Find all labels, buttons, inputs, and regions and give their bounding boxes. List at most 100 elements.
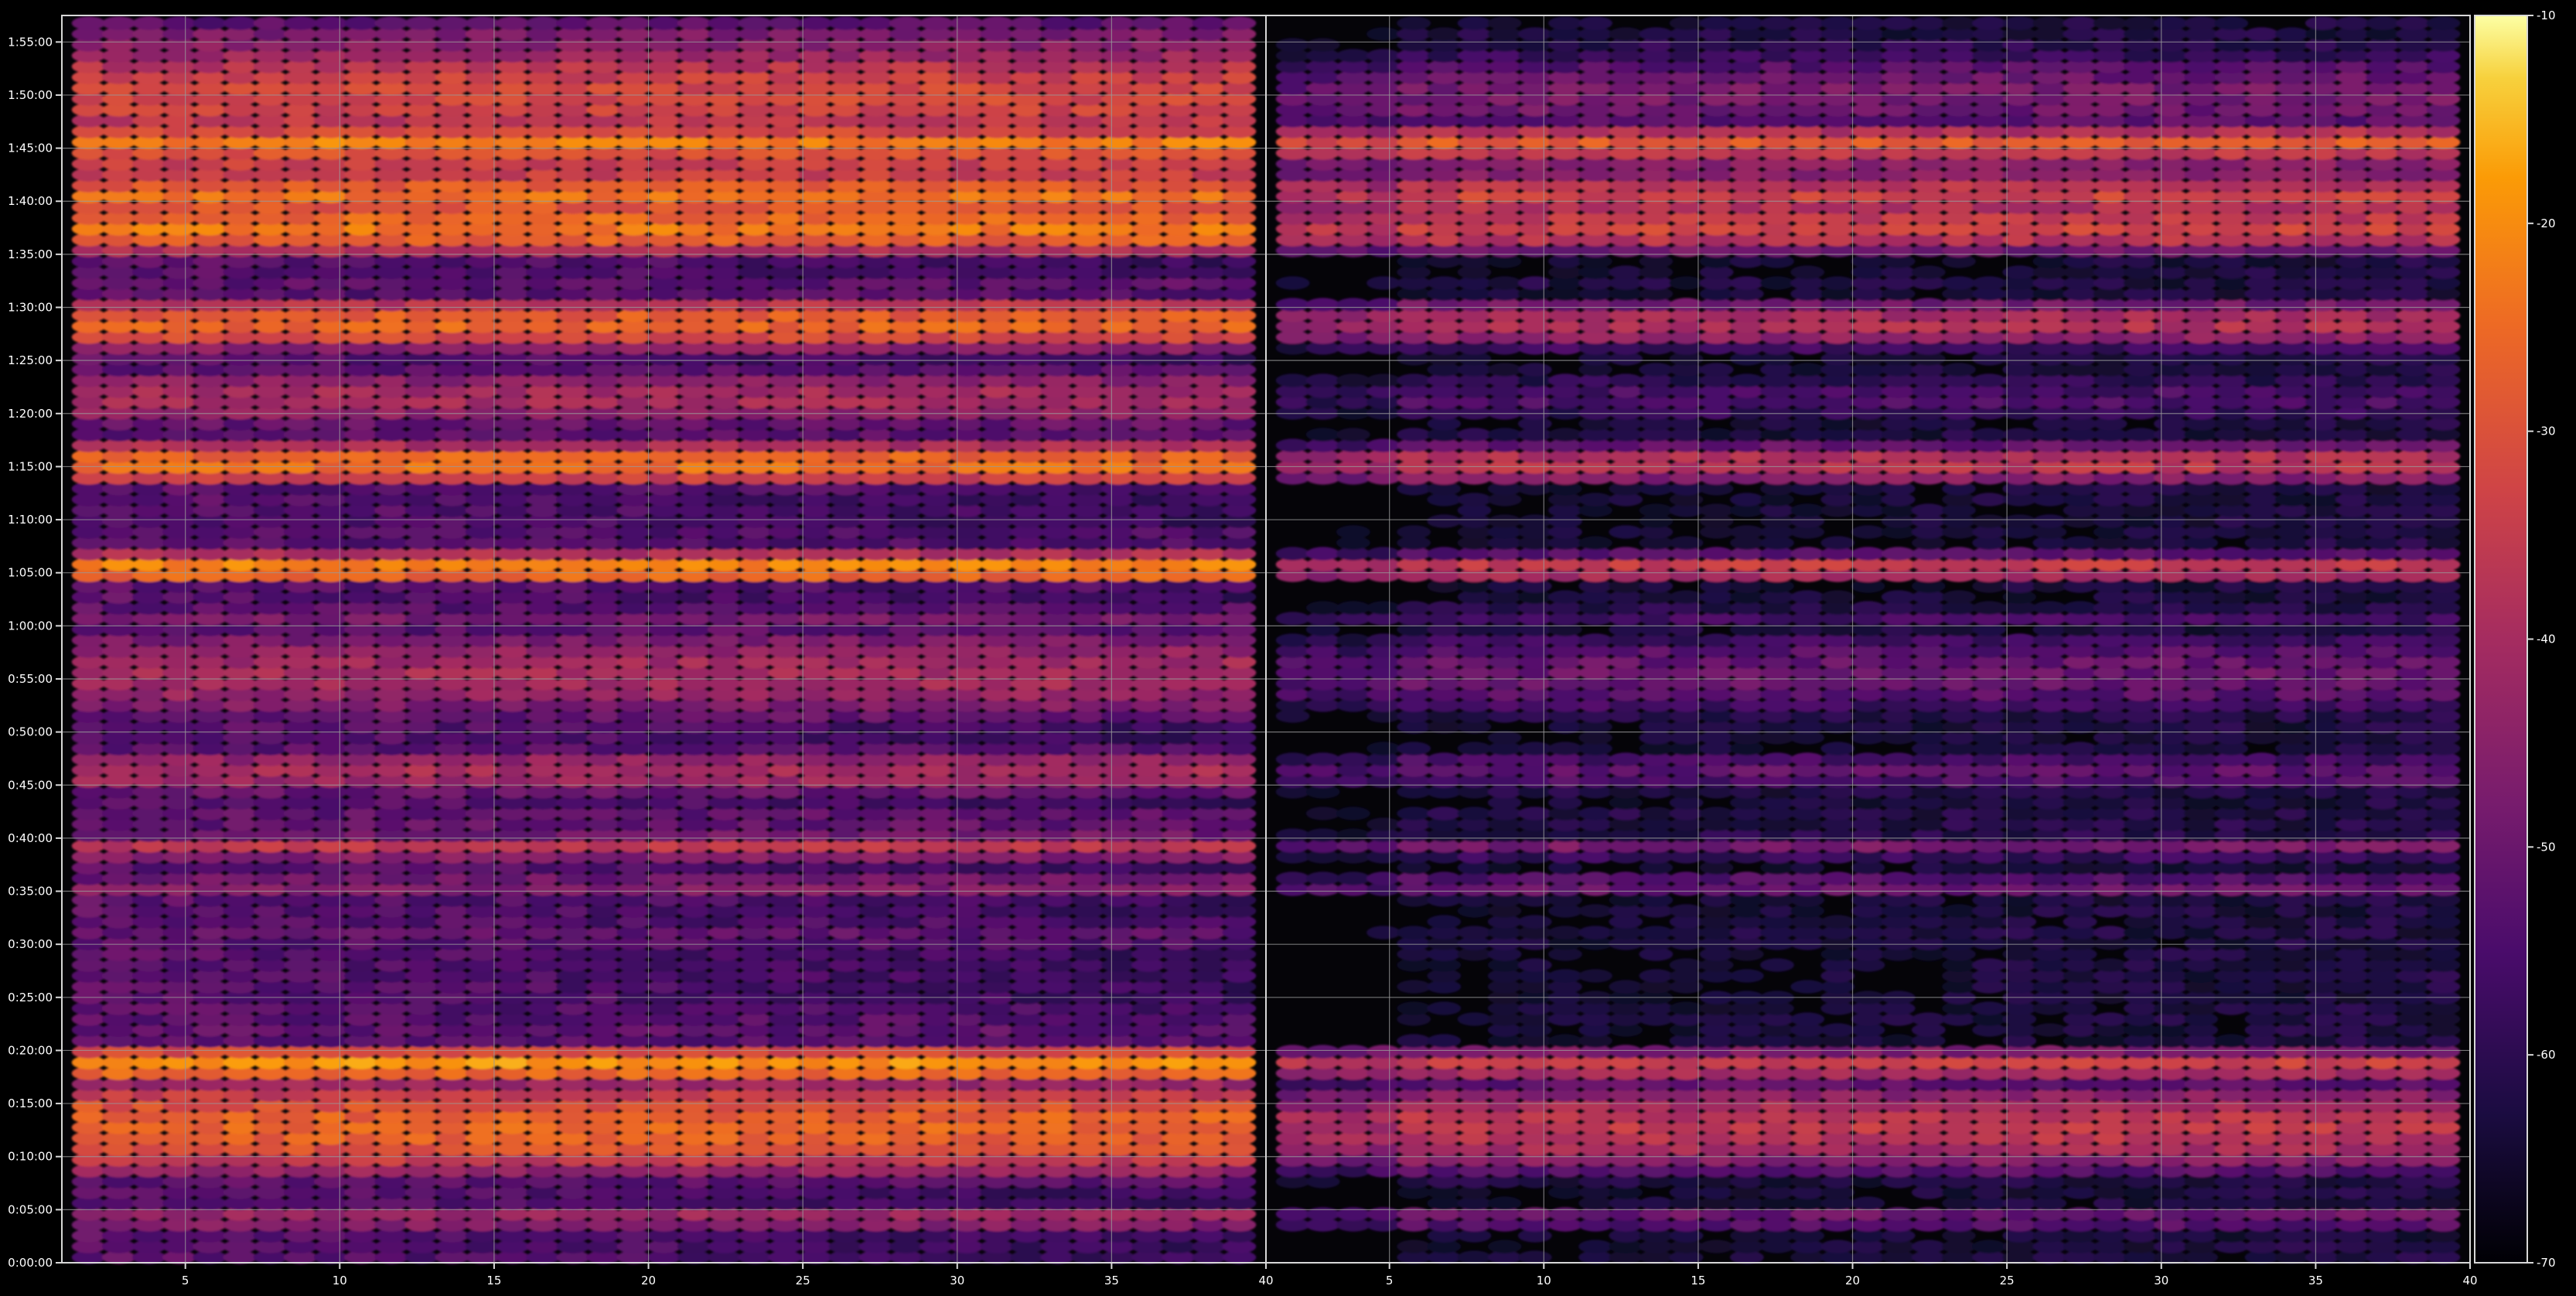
heatmap-cell bbox=[1366, 27, 1401, 41]
heatmap-cell bbox=[1397, 16, 1431, 30]
heatmap-cell bbox=[889, 16, 923, 30]
heatmap-cell bbox=[1366, 1045, 1401, 1059]
heatmap-cell bbox=[132, 16, 166, 30]
heatmap-cell bbox=[950, 16, 984, 30]
heatmap-cell bbox=[1336, 752, 1370, 766]
heatmap-cell bbox=[920, 16, 954, 30]
heatmap-cell bbox=[1366, 633, 1401, 647]
heatmap-cell bbox=[1397, 1240, 1431, 1253]
heatmap-cell bbox=[1305, 373, 1340, 387]
heatmap-cell bbox=[1305, 807, 1340, 820]
heatmap-cell bbox=[1366, 817, 1401, 831]
heatmap-cell bbox=[1040, 16, 1075, 30]
heatmap-cell bbox=[1275, 38, 1310, 52]
heatmap-cell bbox=[495, 16, 530, 30]
heatmap-cell bbox=[1457, 1012, 1492, 1026]
heatmap-cell bbox=[1336, 298, 1370, 312]
heatmap-cell bbox=[1162, 16, 1196, 30]
heatmap-cell bbox=[1336, 807, 1370, 820]
heatmap-cell bbox=[1427, 601, 1462, 615]
heatmap-cell bbox=[1366, 926, 1401, 940]
heatmap-cell bbox=[586, 16, 621, 30]
heatmap-cell bbox=[1457, 926, 1492, 940]
heatmap-cell bbox=[798, 16, 833, 30]
heatmap-cell bbox=[1305, 38, 1340, 52]
heatmap-cell bbox=[1366, 298, 1401, 312]
heatmap-cell bbox=[101, 16, 136, 30]
heatmap-cell bbox=[1305, 428, 1340, 442]
heatmap-cell bbox=[1366, 742, 1401, 755]
heatmap-cell bbox=[858, 16, 893, 30]
heatmap-cell bbox=[1305, 298, 1340, 312]
heatmap-cell bbox=[1366, 547, 1401, 561]
heatmap-cell bbox=[1305, 871, 1340, 885]
heatmap-cell bbox=[707, 16, 742, 30]
heatmap-cell bbox=[556, 16, 590, 30]
heatmap-cell bbox=[1275, 752, 1310, 766]
heatmap-cell bbox=[1427, 807, 1462, 820]
heatmap-cell bbox=[344, 16, 378, 30]
heatmap-cell bbox=[1305, 752, 1340, 766]
heatmap-cell bbox=[738, 16, 772, 30]
heatmap-cell bbox=[1427, 915, 1462, 929]
heatmap-cell bbox=[193, 16, 227, 30]
heatmap-cell bbox=[1275, 633, 1310, 647]
heatmap-cell bbox=[1397, 980, 1431, 994]
heatmap-cell bbox=[313, 16, 348, 30]
heatmap-cell bbox=[1131, 16, 1165, 30]
heatmap-cell bbox=[374, 16, 408, 30]
heatmap-cell bbox=[1100, 16, 1135, 30]
heatmap-cell bbox=[162, 16, 196, 30]
heatmap-cell bbox=[1397, 1034, 1431, 1048]
heatmap-cell bbox=[1305, 828, 1340, 842]
heatmap-cell bbox=[647, 16, 681, 30]
heatmap-cell bbox=[1275, 1045, 1310, 1059]
heatmap-cell bbox=[1366, 49, 1401, 63]
heatmap-cell bbox=[1275, 276, 1310, 290]
heatmap-cell bbox=[1366, 276, 1401, 290]
heatmap-cell bbox=[768, 16, 802, 30]
heatmap-cell bbox=[526, 16, 560, 30]
heatmap-cell bbox=[1397, 807, 1431, 820]
heatmap-cell bbox=[1397, 601, 1431, 615]
heatmap-cell bbox=[1397, 742, 1431, 755]
heatmap-cell bbox=[1305, 1045, 1340, 1059]
heatmap-cell bbox=[1427, 1001, 1462, 1015]
heatmap-cell bbox=[1275, 828, 1310, 842]
heatmap-cell bbox=[1010, 16, 1045, 30]
heatmap-cell bbox=[1427, 1034, 1462, 1048]
heatmap-cell bbox=[253, 16, 288, 30]
heatmap-cell bbox=[1336, 373, 1370, 387]
heatmap-cell bbox=[404, 16, 439, 30]
heatmap-cell bbox=[616, 16, 651, 30]
heatmap-cell bbox=[828, 16, 863, 30]
heatmap-cell bbox=[1305, 601, 1340, 615]
heatmap-cell bbox=[1336, 525, 1370, 539]
heatmap-cell bbox=[1427, 276, 1462, 290]
heatmap-cell bbox=[1427, 547, 1462, 561]
heatmap-cell bbox=[1427, 27, 1462, 41]
heatmap-cell bbox=[677, 16, 711, 30]
heatmap-cell bbox=[1275, 298, 1310, 312]
heatmap-cell bbox=[1366, 871, 1401, 885]
heatmap-cell bbox=[980, 16, 1015, 30]
heatmap-cell bbox=[1397, 373, 1431, 387]
heatmap-cell bbox=[1457, 1045, 1492, 1059]
heatmap-cell bbox=[1192, 16, 1227, 30]
heatmap-cell bbox=[1397, 1001, 1431, 1015]
heatmap-cell bbox=[1366, 438, 1401, 452]
heatmap-cell bbox=[1336, 49, 1370, 63]
heatmap-cell bbox=[1305, 547, 1340, 561]
heatmap-cell bbox=[1366, 373, 1401, 387]
heatmap-cell bbox=[1427, 514, 1462, 528]
heatmap-cell bbox=[1275, 612, 1310, 626]
heatmap-cell bbox=[1275, 373, 1310, 387]
chart-svg: 0:00:000:05:000:10:000:15:000:20:000:25:… bbox=[0, 0, 2576, 1293]
heatmap-cell bbox=[283, 16, 318, 30]
heatmap-cell bbox=[1336, 601, 1370, 615]
heatmap-cell bbox=[435, 16, 469, 30]
heatmap-cell bbox=[71, 16, 106, 30]
heatmap-cell bbox=[1070, 16, 1105, 30]
heatmap-cell bbox=[223, 16, 258, 30]
heatmap-cell bbox=[1336, 828, 1370, 842]
